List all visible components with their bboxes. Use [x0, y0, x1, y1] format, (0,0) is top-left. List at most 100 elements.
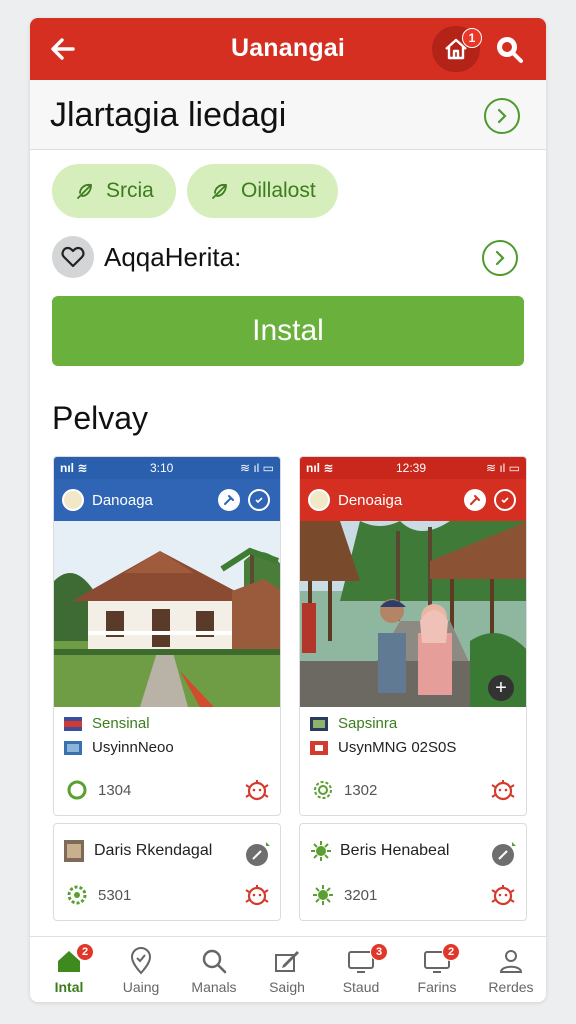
- nav-item-intal[interactable]: 2 Intal: [34, 937, 104, 1002]
- search-button[interactable]: [492, 32, 526, 66]
- nav-badge: 2: [442, 943, 460, 961]
- favorite-toggle[interactable]: [52, 236, 94, 278]
- flag-icon: [310, 740, 328, 755]
- status-bar: nıl ≋ 12:39 ≋ ıl ▭: [300, 457, 526, 479]
- leaf-icon: [77, 183, 92, 199]
- chip-oillalost[interactable]: Oillalost: [187, 164, 338, 218]
- card-count: 1304: [98, 781, 132, 799]
- top-app-bar: Uanangai 1: [30, 18, 546, 80]
- search-icon: [497, 37, 523, 63]
- mini-card-2[interactable]: Beris Henabeal 3201: [299, 823, 527, 921]
- card-row-1-text: Sensinal: [92, 715, 150, 732]
- mini-card-count: 5301: [98, 886, 132, 904]
- search-icon: [202, 949, 227, 974]
- card-row-2: UsynMNG 02S0S: [310, 739, 456, 756]
- mini-card-stats: 3201: [312, 884, 377, 906]
- install-button[interactable]: Instal: [52, 296, 524, 366]
- nav-label: Intal: [54, 979, 84, 995]
- card-stats: 1302: [312, 779, 377, 801]
- chevron-right-icon: [497, 108, 507, 124]
- card-row-2-text: UsynMNG 02S0S: [338, 739, 457, 756]
- house-photo: [54, 521, 280, 707]
- nav-item-rerdes[interactable]: Rerdes: [476, 937, 546, 1002]
- card-app-name: Denoaiga: [338, 491, 403, 509]
- mini-card-count: 3201: [344, 886, 378, 904]
- nav-item-staud[interactable]: 3 Staud: [326, 937, 396, 1002]
- favorite-chevron-button[interactable]: [482, 240, 518, 276]
- flag-icon: [64, 740, 82, 755]
- pin-icon[interactable]: [464, 489, 486, 511]
- app-logo: [308, 489, 330, 511]
- signal-icon: nıl ≋: [306, 461, 334, 475]
- mini-card-1[interactable]: Daris Rkendagal 5301: [53, 823, 281, 921]
- mini-card-name: Beris Henabeal: [340, 842, 450, 859]
- status-time: 3:10: [150, 461, 174, 475]
- thumbnail-icon: [64, 840, 84, 862]
- status-bar: nıl ≋ 3:10 ≋ ıl ▭: [54, 457, 280, 479]
- card-row-2: UsyinnNeoo: [64, 739, 174, 756]
- page-header: Jlartagia liedagi: [30, 80, 546, 150]
- card-app-bar: Denoaiga: [300, 479, 526, 521]
- nav-item-uaing[interactable]: Uaing: [106, 937, 176, 1002]
- leaf-ring-icon: [67, 780, 87, 800]
- sun-icon: [311, 841, 331, 861]
- favorite-label: AqqaHerita:: [104, 242, 242, 272]
- card-app-bar: Danoaga: [54, 479, 280, 521]
- header-chevron-button[interactable]: [484, 98, 520, 134]
- bug-icon[interactable]: [490, 882, 516, 908]
- person-icon: [499, 950, 523, 973]
- pin-icon[interactable]: [218, 489, 240, 511]
- card-app-name: Danoaga: [92, 491, 153, 509]
- nav-label: Staud: [342, 979, 380, 995]
- nav-item-manals[interactable]: Manals: [179, 937, 249, 1002]
- nav-label: Uaing: [122, 979, 160, 995]
- status-time: 12:39: [396, 461, 427, 475]
- preview-card-2[interactable]: nıl ≋ 12:39 ≋ ıl ▭ Denoaiga + Sapsinra U…: [299, 456, 527, 816]
- card-row-1-text: Sapsinra: [338, 715, 398, 732]
- nav-label: Saigh: [269, 979, 305, 995]
- nav-badge: 3: [370, 943, 388, 961]
- battery-icon: ≋ ıl ▭: [239, 461, 274, 475]
- battery-icon: ≋ ıl ▭: [485, 461, 520, 475]
- gear-icon: [67, 885, 87, 905]
- chevron-right-icon: [495, 250, 505, 266]
- bottom-navigation: 2 Intal Uaing Manals Saigh 3 Staud 2 Far…: [30, 936, 546, 1002]
- chip-label: Srcia: [106, 179, 154, 202]
- card-row-1: Sapsinra: [310, 715, 397, 732]
- nav-badge: 2: [76, 943, 94, 961]
- nav-item-saigh[interactable]: Saigh: [252, 937, 322, 1002]
- bug-icon[interactable]: [490, 777, 516, 803]
- add-icon[interactable]: +: [488, 675, 514, 701]
- location-icon[interactable]: [248, 489, 270, 511]
- section-title: Pelvay: [52, 400, 149, 436]
- bug-icon[interactable]: [244, 882, 270, 908]
- nav-label: Farins: [417, 979, 457, 995]
- chip-srcia[interactable]: Srcia: [52, 164, 176, 218]
- flag-icon: [64, 716, 82, 731]
- leaf-icon: [212, 183, 227, 199]
- notification-badge: 1: [462, 28, 482, 48]
- signal-icon: nıl ≋: [60, 461, 88, 475]
- page-title: Jlartagia liedagi: [50, 96, 287, 134]
- card-row-1: Sensinal: [64, 715, 150, 732]
- nav-label: Rerdes: [488, 979, 534, 995]
- chip-label: Oillalost: [241, 179, 316, 202]
- card-row-2-text: UsyinnNeoo: [92, 739, 174, 756]
- app-window: Uanangai 1 Jlartagia liedagi Srcia Oilla…: [30, 18, 546, 1002]
- location-icon[interactable]: [494, 489, 516, 511]
- sun-icon: [313, 885, 333, 905]
- bug-icon[interactable]: [244, 777, 270, 803]
- mini-card-name: Daris Rkendagal: [94, 842, 213, 859]
- mini-card-stats: 5301: [66, 884, 131, 906]
- heart-icon: [61, 246, 85, 268]
- nav-label: Manals: [191, 979, 237, 995]
- people-photo: +: [300, 521, 526, 707]
- leaf-ring-icon: [314, 781, 332, 799]
- edit-icon: [275, 951, 299, 972]
- edit-badge-icon[interactable]: [244, 840, 272, 868]
- preview-card-1[interactable]: nıl ≋ 3:10 ≋ ıl ▭ Danoaga Sensinal Usyin…: [53, 456, 281, 816]
- edit-badge-icon[interactable]: [490, 840, 518, 868]
- nav-item-farins[interactable]: 2 Farins: [402, 937, 472, 1002]
- app-logo: [62, 489, 84, 511]
- location-icon: [130, 947, 152, 975]
